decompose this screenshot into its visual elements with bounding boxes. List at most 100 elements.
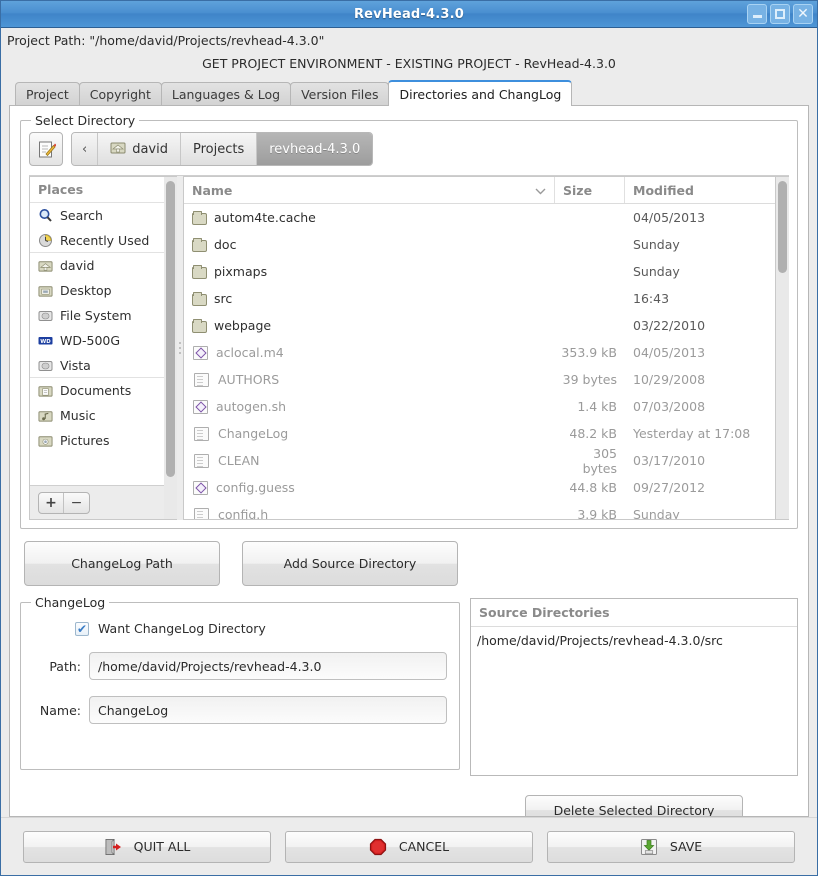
home-folder-icon (38, 258, 53, 273)
want-changelog-checkbox[interactable]: ✔ (75, 621, 89, 636)
column-header-size[interactable]: Size (555, 177, 625, 203)
script-file-icon (193, 345, 208, 360)
page-title: GET PROJECT ENVIRONMENT - EXISTING PROJE… (202, 56, 616, 71)
changelog-path-button[interactable]: ChangeLog Path (24, 541, 220, 586)
path-bar: ‹ david Projects revhead-4.3.0 (29, 131, 789, 167)
footer-button-bar: QUIT ALL CANCEL SAVE (1, 817, 817, 875)
cancel-label: CANCEL (398, 839, 450, 854)
recent-clock-icon (38, 233, 53, 248)
folder-icon (192, 318, 207, 333)
table-row[interactable]: config.guess 44.8 kB 09/27/2012 (184, 474, 775, 501)
file-list-scrollbar-thumb[interactable] (778, 181, 787, 273)
sidebar-item-label: david (60, 258, 95, 273)
table-row[interactable]: config.h 3.9 kB Sunday (184, 501, 775, 519)
table-row[interactable]: doc Sunday (184, 231, 775, 258)
application-window: RevHead-4.3.0 ✕ Project Path: "/home/dav… (0, 0, 818, 876)
drive-icon (38, 358, 53, 373)
column-header-name[interactable]: Name (184, 177, 555, 203)
chevron-down-icon (535, 183, 546, 198)
tab-version-files[interactable]: Version Files (290, 82, 390, 106)
minimize-icon[interactable] (747, 4, 767, 24)
tab-project[interactable]: Project (15, 82, 80, 106)
script-file-icon (193, 399, 208, 414)
cancel-button[interactable]: CANCEL (285, 830, 533, 863)
table-row[interactable]: autogen.sh 1.4 kB 07/03/2008 (184, 393, 775, 420)
table-row[interactable]: ChangeLog 48.2 kB Yesterday at 17:08 (184, 420, 775, 447)
list-item[interactable]: /home/david/Projects/revhead-4.3.0/src (477, 632, 791, 649)
select-directory-legend: Select Directory (31, 113, 140, 128)
directory-action-buttons: ChangeLog Path Add Source Directory (24, 541, 798, 586)
source-directories-body[interactable]: /home/david/Projects/revhead-4.3.0/src (471, 627, 797, 775)
column-header-modified[interactable]: Modified (625, 177, 775, 203)
table-row[interactable]: CLEAN 305 bytes 03/17/2010 (184, 446, 775, 476)
breadcrumb-back-button[interactable]: ‹ (72, 133, 99, 165)
tab-copyright[interactable]: Copyright (78, 82, 162, 106)
tab-languages-log[interactable]: Languages & Log (160, 82, 292, 106)
folder-icon (192, 237, 207, 252)
save-button[interactable]: SAVE (547, 830, 795, 863)
save-label: SAVE (669, 839, 703, 854)
stop-sign-icon (369, 838, 387, 856)
select-directory-group: Select Directory ‹ david Projects revhea… (20, 113, 798, 529)
sidebar-item-music[interactable]: Music (30, 403, 164, 428)
places-header: Places (30, 177, 164, 203)
sidebar-item-vista[interactable]: Vista (30, 353, 164, 378)
file-list-header: Name Size Modified (184, 177, 775, 204)
file-list-scrollbar[interactable] (776, 176, 789, 520)
music-folder-icon (38, 408, 53, 423)
sidebar-item-david[interactable]: david (30, 253, 164, 278)
script-file-icon (193, 480, 208, 495)
source-directories-header: Source Directories (471, 599, 797, 627)
sidebar-item-label: Recently Used (60, 232, 150, 248)
document-file-icon (194, 507, 209, 519)
changelog-path-input[interactable]: /home/david/Projects/revhead-4.3.0 (89, 652, 447, 680)
sidebar-item-desktop[interactable]: Desktop (30, 278, 164, 303)
sidebar-item-documents[interactable]: Documents (30, 378, 164, 403)
sidebar-item-label: Search (60, 208, 103, 223)
delete-selected-directory-button[interactable]: Delete Selected Directory (525, 795, 743, 816)
table-row[interactable]: pixmaps Sunday (184, 258, 775, 285)
folder-icon (192, 210, 207, 225)
changelog-name-input[interactable]: ChangeLog (89, 696, 447, 724)
places-scrollbar[interactable] (164, 176, 177, 520)
table-row[interactable]: AUTHORS 39 bytes 10/29/2008 (184, 366, 775, 393)
changelog-path-row: Path: /home/david/Projects/revhead-4.3.0 (33, 652, 447, 680)
sidebar-item-wd-500g[interactable]: WD WD-500G (30, 328, 164, 353)
tab-directories-changlog[interactable]: Directories and ChangLog (388, 80, 573, 106)
table-row[interactable]: src 16:43 (184, 285, 775, 312)
breadcrumb-item-david[interactable]: david (98, 133, 181, 165)
breadcrumb-item-current[interactable]: revhead-4.3.0 (257, 133, 373, 165)
sidebar-item-pictures[interactable]: Pictures (30, 428, 164, 453)
table-row[interactable]: autom4te.cache 04/05/2013 (184, 204, 775, 231)
grip-dots-icon (179, 342, 181, 354)
maximize-icon[interactable] (770, 4, 790, 24)
changelog-group: ChangeLog ✔ Want ChangeLog Directory Pat… (20, 595, 460, 770)
want-changelog-directory-row[interactable]: ✔ Want ChangeLog Directory (33, 621, 447, 636)
table-row[interactable]: aclocal.m4 353.9 kB 04/05/2013 (184, 339, 775, 366)
source-directories-column: Source Directories /home/david/Projects/… (470, 598, 798, 816)
file-list: Name Size Modified autom4te.cache 04/05/… (183, 176, 776, 520)
sidebar-item-label: File System (60, 308, 132, 323)
close-icon[interactable]: ✕ (793, 4, 813, 24)
desktop-folder-icon (38, 283, 53, 298)
window-controls: ✕ (747, 4, 813, 24)
sidebar-item-search[interactable]: Search (30, 203, 164, 228)
breadcrumb-item-projects[interactable]: Projects (180, 133, 258, 165)
quit-all-label: QUIT ALL (133, 839, 191, 854)
edit-pencil-icon[interactable] (29, 132, 63, 166)
sidebar-item-recently-used[interactable]: Recently Used (30, 228, 164, 253)
source-directories-list: Source Directories /home/david/Projects/… (470, 598, 798, 776)
add-place-button[interactable]: + (39, 492, 64, 513)
sidebar-item-label: Vista (60, 357, 91, 373)
sidebar-item-label: Pictures (60, 433, 110, 448)
remove-place-button[interactable]: − (64, 493, 89, 513)
places-list: Search Recently Used david Desktop File … (30, 203, 164, 485)
table-row[interactable]: webpage 03/22/2010 (184, 312, 775, 339)
breadcrumb: ‹ david Projects revhead-4.3.0 (71, 132, 374, 166)
folder-icon (192, 291, 207, 306)
places-scrollbar-thumb[interactable] (166, 181, 175, 477)
quit-all-button[interactable]: QUIT ALL (23, 830, 271, 863)
window-title: RevHead-4.3.0 (353, 6, 465, 22)
sidebar-item-file-system[interactable]: File System (30, 303, 164, 328)
add-source-directory-button[interactable]: Add Source Directory (242, 541, 458, 586)
